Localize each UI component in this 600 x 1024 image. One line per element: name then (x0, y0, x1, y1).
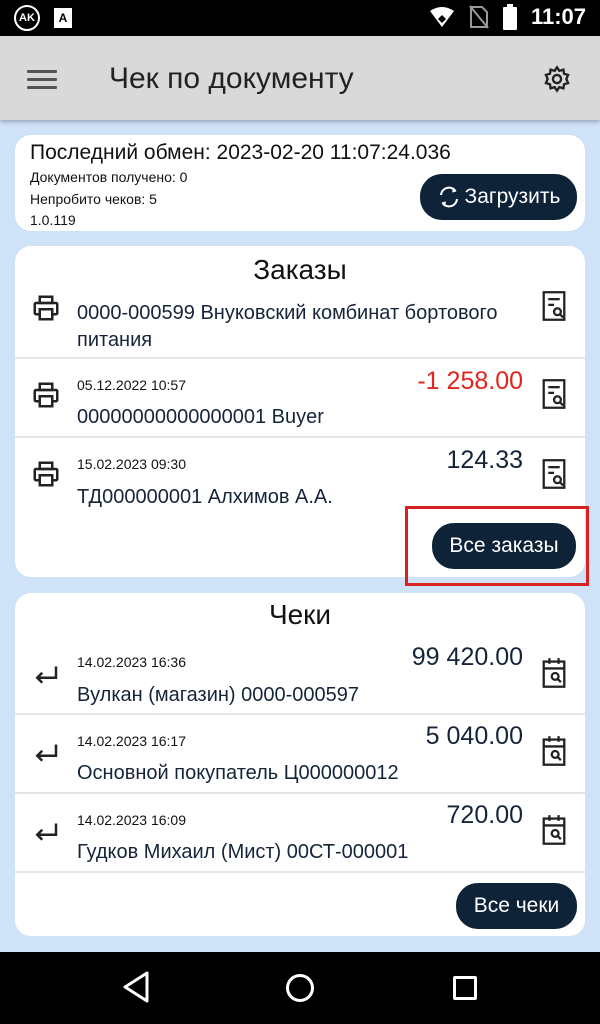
printer-icon (33, 461, 59, 487)
unprinted-checks: Непробито чеков: 5 (30, 191, 157, 207)
check-row-3[interactable]: 14.02.2023 16:09 720.00 Гудков Михаил (М… (15, 794, 585, 871)
font-indicator-icon: A (54, 8, 72, 28)
order-date: 05.12.2022 10:57 (77, 377, 186, 393)
clock: 11:07 (530, 4, 586, 29)
calendar-search-icon[interactable] (540, 814, 568, 846)
no-sim-icon (469, 5, 489, 29)
order-row-2[interactable]: 05.12.2022 10:57 -1 258.00 0000000000000… (15, 359, 585, 436)
order-amount: 124.33 (446, 446, 523, 474)
sync-card: Последний обмен: 2023-02-20 11:07:24.036… (15, 135, 585, 231)
order-date: 15.02.2023 09:30 (77, 456, 186, 472)
check-amount: 5 040.00 (425, 722, 523, 750)
check-amount: 720.00 (446, 801, 523, 829)
load-button-label: Загрузить (464, 185, 561, 208)
document-search-icon[interactable] (540, 290, 568, 322)
calendar-search-icon[interactable] (540, 657, 568, 689)
load-button[interactable]: Загрузить (420, 174, 577, 220)
check-date: 14.02.2023 16:09 (77, 812, 186, 828)
page-title: Чек по документу (109, 62, 354, 95)
orders-title: Заказы (253, 254, 347, 285)
app-badge-icon: AK (14, 5, 40, 31)
home-icon[interactable] (286, 974, 314, 1002)
checks-title: Чеки (268, 599, 332, 630)
check-name: Гудков Михаил (Мист) 00СТ-000001 (77, 841, 409, 863)
gear-icon[interactable] (543, 65, 571, 93)
check-row-1[interactable]: 14.02.2023 16:36 99 420.00 Вулкан (магаз… (15, 637, 585, 714)
status-bar: AK A 11:07 (0, 0, 600, 36)
order-name: 0000-000599 Внуковский комбинат бортовог… (77, 302, 498, 351)
last-exchange: Последний обмен: 2023-02-20 11:07:24.036 (30, 141, 451, 164)
check-name: Вулкан (магазин) 0000-000597 (77, 684, 360, 706)
return-arrow-icon (35, 823, 58, 841)
divider (15, 871, 585, 873)
checks-card: Чеки 14.02.2023 16:36 99 420.00 Вулкан (… (15, 593, 585, 936)
calendar-search-icon[interactable] (540, 735, 568, 767)
check-date: 14.02.2023 16:17 (77, 733, 186, 749)
printer-icon (33, 295, 59, 321)
all-checks-button[interactable]: Все чеки (456, 883, 577, 929)
check-amount: 99 420.00 (411, 643, 523, 671)
order-name: 00000000000000001 Buyer (77, 406, 324, 428)
check-row-2[interactable]: 14.02.2023 16:17 5 040.00 Основной покуп… (15, 715, 585, 792)
order-row-1[interactable]: 0000-000599 Внуковский комбинат бортовог… (15, 288, 585, 357)
printer-icon (33, 382, 59, 408)
app-version: 1.0.119 (30, 212, 76, 228)
check-name: Основной покупатель Ц000000012 (77, 762, 399, 784)
refresh-icon (439, 186, 458, 208)
order-amount: -1 258.00 (417, 367, 523, 395)
navigation-bar (0, 952, 600, 1024)
back-icon[interactable] (121, 970, 151, 1004)
hamburger-icon[interactable] (27, 70, 57, 90)
return-arrow-icon (35, 666, 58, 684)
check-date: 14.02.2023 16:36 (77, 654, 186, 670)
document-search-icon[interactable] (540, 458, 568, 490)
app-bar: Чек по документу (0, 36, 600, 120)
document-search-icon[interactable] (540, 378, 568, 410)
return-arrow-icon (35, 744, 58, 762)
recent-apps-icon[interactable] (453, 976, 477, 1000)
docs-received: Документов получено: 0 (30, 169, 188, 185)
highlight-box (405, 506, 589, 586)
battery-icon (502, 4, 517, 30)
wifi-icon (429, 7, 454, 27)
